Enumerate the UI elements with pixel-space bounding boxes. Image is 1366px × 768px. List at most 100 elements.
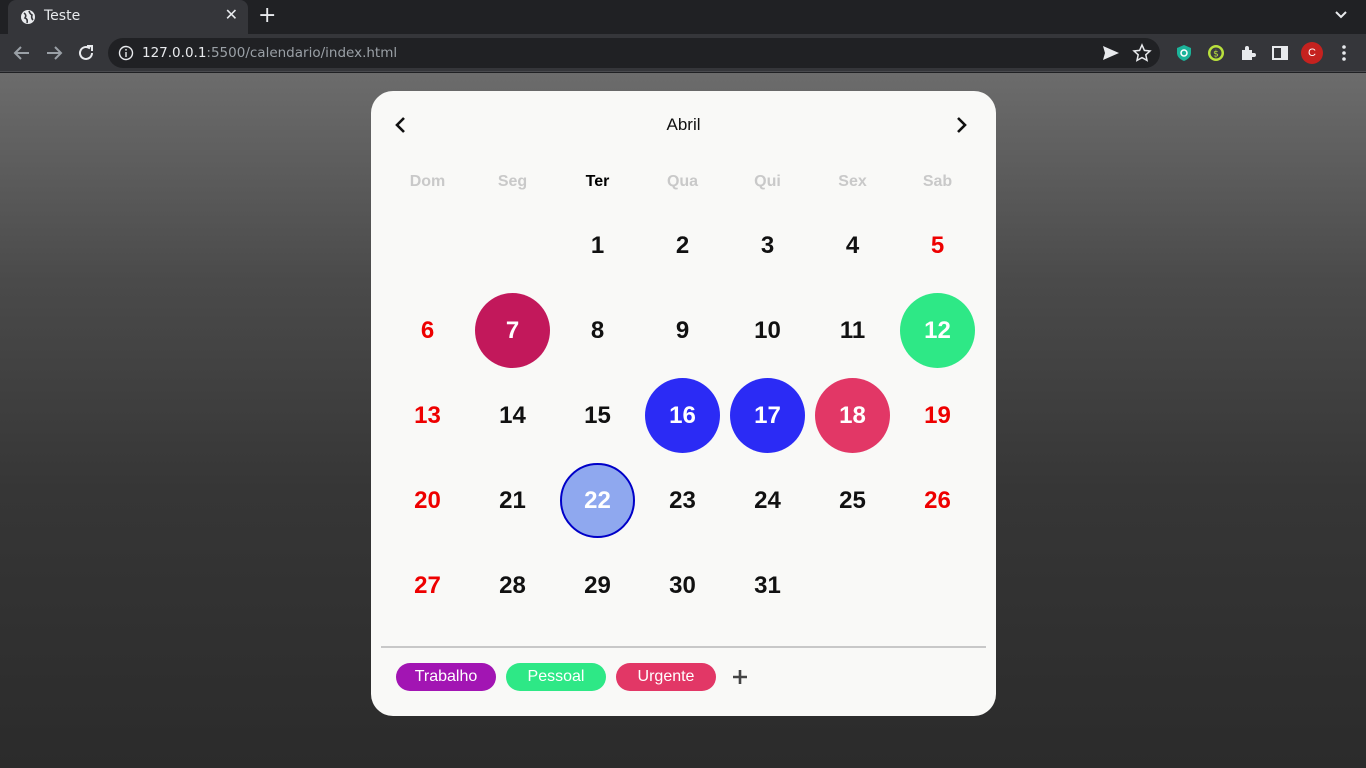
browser-tab[interactable]: Teste ✕ — [8, 0, 248, 34]
star-icon[interactable] — [1132, 43, 1152, 63]
profile-avatar[interactable]: C — [1301, 42, 1323, 64]
day-23[interactable]: 23 — [645, 463, 720, 538]
divider — [381, 646, 986, 648]
day-cell: 1 — [555, 203, 640, 288]
empty-day-cell — [470, 203, 555, 288]
svg-text:$: $ — [1213, 50, 1219, 60]
forward-arrow-icon[interactable] — [43, 42, 65, 64]
day-cell: 21 — [470, 458, 555, 543]
day-6[interactable]: 6 — [390, 293, 465, 368]
day-cell: 9 — [640, 288, 725, 373]
day-cell: 24 — [725, 458, 810, 543]
day-cell: 25 — [810, 458, 895, 543]
day-4[interactable]: 4 — [815, 208, 890, 283]
day-cell: 16 — [640, 373, 725, 458]
chevron-right-icon[interactable] — [951, 115, 971, 135]
calendar-card: Abril Dom Seg Ter Qua Qui Sex Sab 1 2 3 4 5 6 7 8 9 10 1… — [371, 91, 996, 716]
weekday-qua: Qua — [666, 173, 699, 190]
day-cell: 13 — [385, 373, 470, 458]
day-31[interactable]: 31 — [730, 548, 805, 623]
day-25[interactable]: 25 — [815, 463, 890, 538]
day-cell: 20 — [385, 458, 470, 543]
close-tab-icon[interactable]: ✕ — [225, 5, 238, 24]
day-10[interactable]: 10 — [730, 293, 805, 368]
weekday-qui: Qui — [754, 173, 781, 190]
day-cell: 28 — [470, 543, 555, 628]
shield-extension-icon[interactable] — [1174, 43, 1194, 63]
day-cell: 6 — [385, 288, 470, 373]
day-26[interactable]: 26 — [900, 463, 975, 538]
day-cell: 26 — [895, 458, 980, 543]
tag-urgente[interactable]: Urgente — [616, 663, 716, 691]
day-cell: 31 — [725, 543, 810, 628]
day-cell: 12 — [895, 288, 980, 373]
weekday-seg: Seg — [497, 173, 528, 190]
day-cell: 30 — [640, 543, 725, 628]
day-22[interactable]: 22 — [560, 463, 635, 538]
address-bar[interactable]: 127.0.0.1:5500/calendario/index.html — [108, 38, 1160, 68]
day-13[interactable]: 13 — [390, 378, 465, 453]
chevron-down-icon[interactable] — [1334, 7, 1348, 21]
day-cell: 2 — [640, 203, 725, 288]
weekday-sex: Sex — [838, 173, 867, 190]
day-27[interactable]: 27 — [390, 548, 465, 623]
page-viewport: Abril Dom Seg Ter Qua Qui Sex Sab 1 2 3 4 5 6 7 8 9 10 1… — [0, 73, 1366, 768]
side-panel-icon[interactable] — [1270, 43, 1290, 63]
back-arrow-icon[interactable] — [11, 42, 33, 64]
day-15[interactable]: 15 — [560, 378, 635, 453]
new-tab-button[interactable]: + — [258, 3, 276, 29]
day-21[interactable]: 21 — [475, 463, 550, 538]
weekday-row: Dom Seg Ter Qua Qui Sex Sab — [385, 173, 980, 195]
weekday-dom: Dom — [409, 173, 446, 190]
day-19[interactable]: 19 — [900, 378, 975, 453]
day-cell: 11 — [810, 288, 895, 373]
day-17[interactable]: 17 — [730, 378, 805, 453]
day-18[interactable]: 18 — [815, 378, 890, 453]
day-9[interactable]: 9 — [645, 293, 720, 368]
day-cell: 18 — [810, 373, 895, 458]
day-5[interactable]: 5 — [900, 208, 975, 283]
day-11[interactable]: 11 — [815, 293, 890, 368]
plus-icon[interactable] — [728, 665, 752, 689]
day-30[interactable]: 30 — [645, 548, 720, 623]
day-cell: 7 — [470, 288, 555, 373]
day-cell: 14 — [470, 373, 555, 458]
days-grid: 1 2 3 4 5 6 7 8 9 10 11 12 13 14 15 16 17 18 19 20 21 22 23 24 2… — [385, 203, 980, 628]
browser-tabbar: Teste ✕ + — [0, 0, 1366, 34]
day-cell: 23 — [640, 458, 725, 543]
day-cell: 3 — [725, 203, 810, 288]
tag-legend: Trabalho Pessoal Urgente — [396, 663, 752, 691]
dollar-extension-icon[interactable]: $ — [1206, 43, 1226, 63]
empty-day-cell — [385, 203, 470, 288]
day-cell: 8 — [555, 288, 640, 373]
day-cell: 10 — [725, 288, 810, 373]
reload-icon[interactable] — [75, 42, 97, 64]
day-14[interactable]: 14 — [475, 378, 550, 453]
send-icon[interactable] — [1102, 45, 1120, 61]
day-cell: 4 — [810, 203, 895, 288]
day-16[interactable]: 16 — [645, 378, 720, 453]
day-cell: 15 — [555, 373, 640, 458]
url-host: 127.0.0.1 — [142, 45, 207, 61]
info-icon[interactable] — [118, 45, 134, 61]
day-cell: 27 — [385, 543, 470, 628]
day-7[interactable]: 7 — [475, 293, 550, 368]
day-20[interactable]: 20 — [390, 463, 465, 538]
day-24[interactable]: 24 — [730, 463, 805, 538]
month-title: Abril — [666, 115, 701, 134]
tag-trabalho[interactable]: Trabalho — [396, 663, 496, 691]
day-8[interactable]: 8 — [560, 293, 635, 368]
more-vertical-icon[interactable] — [1336, 42, 1352, 64]
day-29[interactable]: 29 — [560, 548, 635, 623]
day-cell: 19 — [895, 373, 980, 458]
tag-pessoal[interactable]: Pessoal — [506, 663, 606, 691]
puzzle-icon[interactable] — [1238, 43, 1258, 63]
day-3[interactable]: 3 — [730, 208, 805, 283]
day-2[interactable]: 2 — [645, 208, 720, 283]
weekday-sab: Sab — [922, 173, 953, 190]
weekday-ter: Ter — [585, 173, 610, 190]
day-1[interactable]: 1 — [560, 208, 635, 283]
day-cell: 29 — [555, 543, 640, 628]
day-28[interactable]: 28 — [475, 548, 550, 623]
day-12[interactable]: 12 — [900, 293, 975, 368]
